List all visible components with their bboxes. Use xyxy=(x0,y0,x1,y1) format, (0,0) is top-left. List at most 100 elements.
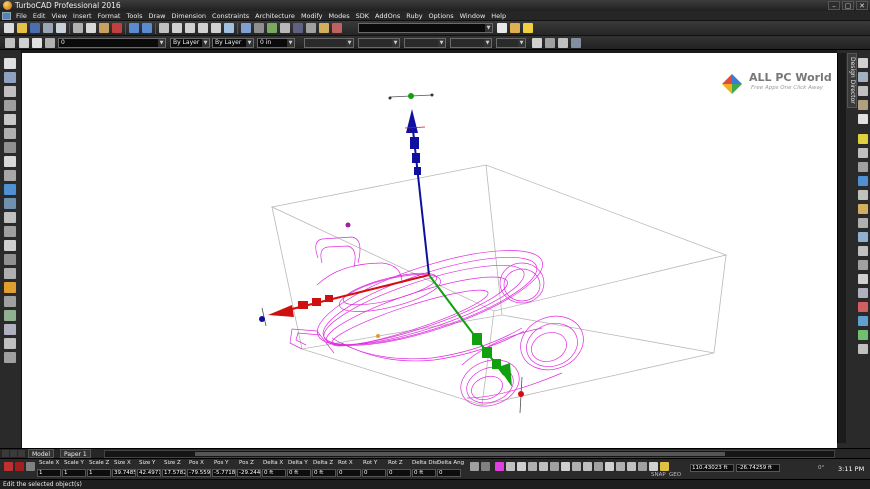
zoom-in-icon[interactable] xyxy=(172,23,182,33)
snap-indicator[interactable]: SNAP xyxy=(651,472,666,478)
snap-mode-icon[interactable] xyxy=(506,462,515,471)
y-axis-handle[interactable] xyxy=(492,359,501,369)
dimension-tool-icon[interactable] xyxy=(4,170,16,181)
menu-draw[interactable]: Draw xyxy=(146,12,169,20)
tab-model[interactable]: Model xyxy=(28,449,55,458)
revolve-icon[interactable] xyxy=(4,240,16,251)
cut-icon[interactable] xyxy=(73,23,83,33)
first-tab-icon[interactable] xyxy=(2,450,9,457)
reference-point[interactable] xyxy=(376,334,380,338)
delta-y-field[interactable]: 0 ft xyxy=(287,469,311,477)
zoom-extents-icon[interactable] xyxy=(211,23,221,33)
snap-mode-icon[interactable] xyxy=(583,462,592,471)
menu-modify[interactable]: Modify xyxy=(298,12,326,20)
pos-z-field[interactable]: -29.244 ft xyxy=(237,469,261,477)
pattern-combo[interactable]: ▼ xyxy=(404,38,446,48)
snap-icon[interactable] xyxy=(545,38,555,48)
snap-mode-icon[interactable] xyxy=(605,462,614,471)
x-axis-handle[interactable] xyxy=(312,298,321,306)
panel-tool-icon[interactable] xyxy=(858,176,868,186)
pos-y-field[interactable]: -5.77188 xyxy=(212,469,236,477)
ortho-icon[interactable] xyxy=(571,38,581,48)
scale-x-field[interactable]: 1 xyxy=(37,469,61,477)
open-folder-icon[interactable] xyxy=(17,23,27,33)
pivot-point[interactable] xyxy=(345,222,351,228)
command-combo[interactable]: ▼ xyxy=(358,23,493,33)
geo-indicator[interactable]: GEO xyxy=(669,472,681,478)
sphere-icon[interactable] xyxy=(4,212,16,223)
y-rotation-handle[interactable] xyxy=(518,391,524,397)
circle-icon[interactable] xyxy=(4,114,16,125)
arc-icon[interactable] xyxy=(4,128,16,139)
window-tool-icon[interactable] xyxy=(4,352,16,363)
line-icon[interactable] xyxy=(4,86,16,97)
snap-mode-icon[interactable] xyxy=(561,462,570,471)
snap-mode-icon[interactable] xyxy=(594,462,603,471)
new-file-icon[interactable] xyxy=(4,23,14,33)
menu-insert[interactable]: Insert xyxy=(70,12,95,20)
snap-mode-icon[interactable] xyxy=(627,462,636,471)
linestyle-combo[interactable]: By Layer ▼ xyxy=(212,38,254,48)
x-axis-handle[interactable] xyxy=(325,295,333,302)
light-icon[interactable] xyxy=(319,23,329,33)
panel-tool-icon[interactable] xyxy=(858,204,868,214)
menu-help[interactable]: Help xyxy=(488,12,509,20)
select-icon[interactable] xyxy=(159,23,169,33)
z-axis-handle[interactable] xyxy=(412,153,420,163)
door-icon[interactable] xyxy=(4,338,16,349)
cylinder-icon[interactable] xyxy=(4,198,16,209)
rot-y-field[interactable]: 0 xyxy=(362,469,386,477)
menu-file[interactable]: File xyxy=(13,12,30,20)
delta-z-field[interactable]: 0 ft xyxy=(312,469,336,477)
layer-combo[interactable]: 0 ▼ xyxy=(58,38,166,48)
pan-icon[interactable] xyxy=(224,23,234,33)
y-axis-handle[interactable] xyxy=(482,347,492,358)
menu-architecture[interactable]: Architecture xyxy=(252,12,298,20)
scale-y-field[interactable]: 1 xyxy=(62,469,86,477)
chevron-down-icon[interactable]: ▼ xyxy=(518,39,525,47)
snap-mode-icon[interactable] xyxy=(638,462,647,471)
document-icon[interactable] xyxy=(2,11,11,20)
tab-paper-1[interactable]: Paper 1 xyxy=(60,449,91,458)
chevron-down-icon[interactable]: ▼ xyxy=(246,39,253,47)
panel-tool-icon[interactable] xyxy=(858,114,868,124)
lock-icon[interactable] xyxy=(470,462,479,471)
panel-tool-icon[interactable] xyxy=(858,288,868,298)
horizontal-scrollbar[interactable] xyxy=(104,450,835,458)
redo-icon[interactable] xyxy=(142,23,152,33)
print-icon[interactable] xyxy=(43,23,53,33)
scale-combo[interactable]: ▼ xyxy=(450,38,492,48)
menu-ruby[interactable]: Ruby xyxy=(403,12,425,20)
chevron-down-icon[interactable]: ▼ xyxy=(485,24,492,32)
delta-ang-field[interactable]: 0 xyxy=(437,469,461,477)
snap-mode-icon[interactable] xyxy=(539,462,548,471)
wireframe-icon[interactable] xyxy=(254,23,264,33)
snap-mode-icon[interactable] xyxy=(649,462,658,471)
boolean-icon[interactable] xyxy=(4,254,16,265)
menu-constraints[interactable]: Constraints xyxy=(209,12,252,20)
prev-tab-icon[interactable] xyxy=(10,450,17,457)
design-director-tab[interactable]: Design Director xyxy=(847,53,857,108)
drawing-viewport[interactable]: ALL PC World Free Apps One Click Away xyxy=(22,53,837,448)
mesh-icon[interactable] xyxy=(4,282,16,293)
stop-icon[interactable] xyxy=(15,462,24,471)
zoom-window-icon[interactable] xyxy=(198,23,208,33)
brush-combo[interactable]: ▼ xyxy=(358,38,400,48)
menu-options[interactable]: Options xyxy=(426,12,457,20)
panel-tool-icon[interactable] xyxy=(858,274,868,284)
vertical-scrollbar[interactable] xyxy=(837,53,846,443)
point-tool-icon[interactable] xyxy=(4,142,16,153)
undo-icon[interactable] xyxy=(129,23,139,33)
copy-icon[interactable] xyxy=(86,23,96,33)
gear-icon[interactable] xyxy=(5,38,15,48)
grid-icon[interactable] xyxy=(558,38,568,48)
snap-mode-icon[interactable] xyxy=(660,462,669,471)
snap-mode-icon[interactable] xyxy=(572,462,581,471)
chain-icon[interactable] xyxy=(481,462,490,471)
panel-tool-icon[interactable] xyxy=(858,162,868,172)
folder-icon[interactable] xyxy=(523,23,533,33)
print-preview-icon[interactable] xyxy=(56,23,66,33)
axis-gizmo[interactable] xyxy=(259,93,524,414)
panel-tool-icon[interactable] xyxy=(858,316,868,326)
select-arrow-icon[interactable] xyxy=(4,58,16,69)
